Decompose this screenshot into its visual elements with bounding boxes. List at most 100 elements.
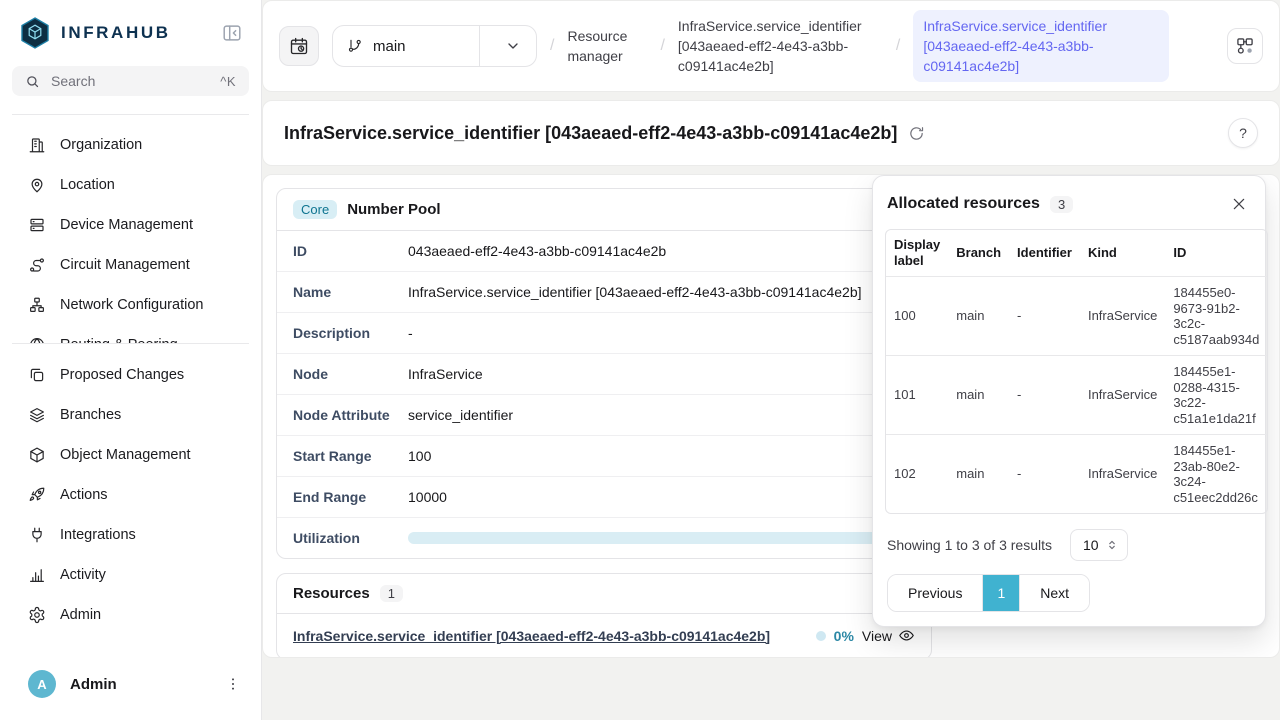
sidebar-item-label: Device Management <box>60 217 193 233</box>
sidebar-item-activity[interactable]: Activity <box>0 555 261 595</box>
column-header: ID <box>1165 230 1267 276</box>
schema-visualizer-button[interactable] <box>1227 28 1263 64</box>
sidebar-item-proposed-changes[interactable]: Proposed Changes <box>0 355 261 395</box>
branch-name: main <box>373 38 406 55</box>
breadcrumb-current[interactable]: InfraService.service_identifier [043aeae… <box>913 10 1169 82</box>
help-button[interactable]: ? <box>1228 118 1258 148</box>
sidebar-item-label: Proposed Changes <box>60 367 184 383</box>
cell-id: 184455e0-9673-91b2-3c2c-c5187aab934d <box>1165 276 1267 355</box>
cell-branch: main <box>948 434 1009 513</box>
sidebar-item-network-configuration[interactable]: Network Configuration <box>0 285 261 325</box>
refresh-button[interactable] <box>908 125 925 142</box>
sidebar-item-label: Integrations <box>60 527 136 543</box>
resource-row: InfraService.service_identifier [043aeae… <box>277 614 931 658</box>
page-size-value: 10 <box>1083 537 1099 553</box>
panel-title: Allocated resources <box>887 195 1040 213</box>
resource-link[interactable]: InfraService.service_identifier [043aeae… <box>293 628 770 644</box>
refresh-icon <box>908 125 925 142</box>
table-row[interactable]: 102 main - InfraService 184455e1-23ab-80… <box>886 434 1267 513</box>
branch-chevron[interactable] <box>490 38 536 54</box>
breadcrumb-separator: / <box>896 37 900 55</box>
cell-branch: main <box>948 276 1009 355</box>
chevron-down-icon <box>505 38 521 54</box>
resource-utilization-percent: 0% <box>834 628 854 644</box>
sidebar-item-label: Organization <box>60 137 142 153</box>
cube-icon <box>28 446 46 464</box>
branch-selector[interactable]: main <box>332 25 537 67</box>
sidebar-item-label: Activity <box>60 567 106 583</box>
cell-id: 184455e1-0288-4315-3c22-c51a1e1da21f <box>1165 355 1267 434</box>
allocated-resources-table: Display label Branch Identifier Kind ID … <box>885 229 1268 514</box>
resources-header: Resources 1 <box>277 574 931 614</box>
bar-chart-icon <box>28 566 46 584</box>
content-area: Core Number Pool ID 043aeaed-eff2-4e43-a… <box>262 174 1280 658</box>
column-header: Display label <box>886 230 948 276</box>
user-kebab-menu-button[interactable] <box>221 672 245 696</box>
search-input[interactable]: Search ^K <box>12 66 249 96</box>
hierarchy-icon <box>28 296 46 314</box>
resources-title: Resources <box>293 585 370 602</box>
breadcrumb-resource-manager[interactable]: Resource manager <box>567 26 647 66</box>
search-shortcut: ^K <box>220 74 236 89</box>
avatar: A <box>28 670 56 698</box>
sidebar-item-label: Actions <box>60 487 108 503</box>
column-header: Kind <box>1080 230 1165 276</box>
cell-branch: main <box>948 355 1009 434</box>
sidebar-item-organization[interactable]: Organization <box>0 125 261 165</box>
sidebar-item-admin[interactable]: Admin <box>0 595 261 635</box>
table-row[interactable]: 101 main - InfraService 184455e1-0288-43… <box>886 355 1267 434</box>
view-label: View <box>862 628 892 644</box>
cell-kind: InfraService <box>1080 434 1165 513</box>
next-page-button[interactable]: Next <box>1019 575 1089 611</box>
detail-label: End Range <box>293 487 408 507</box>
panel-count-badge: 3 <box>1050 196 1073 213</box>
search-icon <box>25 74 40 89</box>
sidebar-item-device-management[interactable]: Device Management <box>0 205 261 245</box>
user-menu[interactable]: A Admin <box>0 656 261 720</box>
calendar-clock-icon <box>289 36 309 56</box>
object-kind-label: Number Pool <box>347 201 440 218</box>
infrahub-logo-icon <box>20 17 50 49</box>
diff-icon <box>28 366 46 384</box>
chevron-up-down-icon <box>1106 539 1118 551</box>
previous-page-button[interactable]: Previous <box>888 575 982 611</box>
sidebar-item-location[interactable]: Location <box>0 165 261 205</box>
cell-id: 184455e1-23ab-80e2-3c24-c51eec2dd26c <box>1165 434 1267 513</box>
time-travel-button[interactable] <box>279 26 319 66</box>
sidebar-item-branches[interactable]: Branches <box>0 395 261 435</box>
eye-icon <box>898 627 915 644</box>
table-row[interactable]: 100 main - InfraService 184455e0-9673-91… <box>886 276 1267 355</box>
utilization-dot-icon <box>816 631 826 641</box>
table-header-row: Display label Branch Identifier Kind ID <box>886 230 1267 276</box>
title-bar: InfraService.service_identifier [043aeae… <box>262 100 1280 166</box>
cell-display-label: 102 <box>886 434 948 513</box>
detail-label: ID <box>293 241 408 261</box>
plug-icon <box>28 526 46 544</box>
sidebar-item-label: Object Management <box>60 447 191 463</box>
brand-wordmark: INFRAHUB <box>61 23 171 43</box>
sidebar-item-object-management[interactable]: Object Management <box>0 435 261 475</box>
cell-kind: InfraService <box>1080 276 1165 355</box>
page-size-select[interactable]: 10 <box>1070 529 1128 561</box>
cell-identifier: - <box>1009 276 1080 355</box>
current-page-button[interactable]: 1 <box>982 575 1019 611</box>
sidebar-item-integrations[interactable]: Integrations <box>0 515 261 555</box>
sidebar-item-label: Circuit Management <box>60 257 190 273</box>
detail-label: Description <box>293 323 408 343</box>
sidebar-item-routing-peering[interactable]: Routing & Peering <box>0 325 261 343</box>
breadcrumb-pool[interactable]: InfraService.service_identifier [043aeae… <box>678 16 883 76</box>
close-panel-button[interactable] <box>1227 192 1251 216</box>
collapse-sidebar-button[interactable] <box>219 20 245 46</box>
sidebar-item-circuit-management[interactable]: Circuit Management <box>0 245 261 285</box>
kebab-menu-icon <box>225 676 241 692</box>
detail-label: Name <box>293 282 408 302</box>
sidebar-nav-secondary: Proposed Changes Branches Object Managem… <box>0 344 261 635</box>
cell-display-label: 101 <box>886 355 948 434</box>
sidebar-item-actions[interactable]: Actions <box>0 475 261 515</box>
view-resource-button[interactable]: View <box>862 627 915 644</box>
sidebar-header: INFRAHUB <box>0 0 261 61</box>
sidebar-item-label: Location <box>60 177 115 193</box>
pagination-summary-row: Showing 1 to 3 of 3 results 10 <box>885 514 1253 574</box>
search-placeholder: Search <box>51 73 95 89</box>
server-icon <box>28 216 46 234</box>
